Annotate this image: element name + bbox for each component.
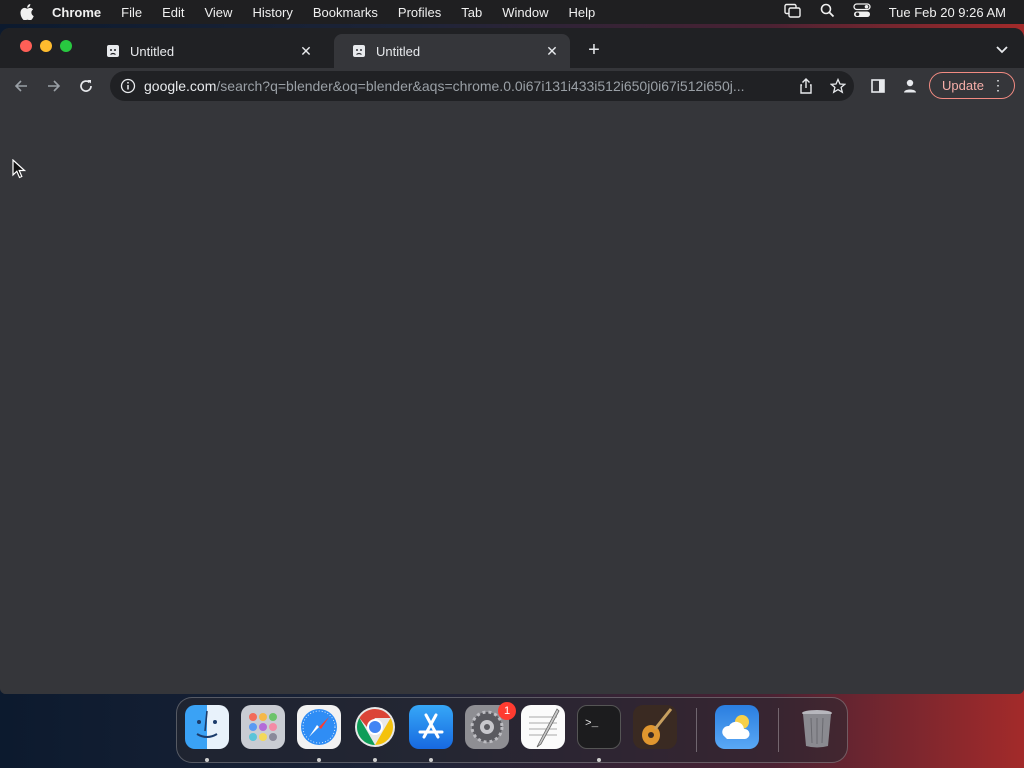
spotlight-search-icon[interactable] — [820, 3, 835, 21]
menu-help[interactable]: Help — [569, 5, 596, 20]
new-tab-button[interactable]: + — [584, 39, 604, 61]
terminal-icon[interactable]: >_ — [577, 705, 621, 749]
address-bar[interactable]: google.com/search?q=blender&oq=blender&a… — [110, 71, 854, 101]
url-host: google.com — [144, 78, 217, 94]
launchpad-icon[interactable] — [241, 705, 285, 749]
tab-title: Untitled — [130, 43, 175, 59]
bookmark-star-icon[interactable] — [830, 78, 846, 94]
finder-icon[interactable] — [185, 705, 229, 749]
profile-avatar-icon[interactable] — [899, 75, 921, 97]
google-chrome-icon[interactable] — [353, 705, 397, 749]
mouse-cursor-icon — [12, 159, 26, 179]
menu-edit[interactable]: Edit — [162, 5, 184, 20]
browser-toolbar: google.com/search?q=blender&oq=blender&a… — [0, 68, 1024, 104]
tab-untitled-1[interactable]: Untitled ✕ — [88, 34, 324, 68]
menu-view[interactable]: View — [204, 5, 232, 20]
apple-menu-icon[interactable] — [18, 3, 36, 21]
running-indicator — [205, 758, 209, 762]
notification-badge: 1 — [498, 702, 516, 720]
control-center-icon[interactable] — [853, 3, 871, 21]
update-chrome-button[interactable]: Update ⋮ — [929, 72, 1015, 99]
more-menu-icon[interactable]: ⋮ — [991, 78, 1005, 92]
running-indicator — [317, 758, 321, 762]
update-label: Update — [942, 78, 984, 93]
menu-profiles[interactable]: Profiles — [398, 5, 441, 20]
menubar-clock[interactable]: Tue Feb 20 9:26 AM — [889, 5, 1006, 20]
menu-bookmarks[interactable]: Bookmarks — [313, 5, 378, 20]
screen-mirroring-icon[interactable] — [783, 3, 802, 22]
minimize-window-button[interactable] — [40, 40, 52, 52]
reload-icon[interactable] — [75, 75, 97, 97]
forward-arrow-icon[interactable] — [43, 75, 65, 97]
dock: 1 >_ — [176, 697, 848, 763]
dock-separator — [696, 708, 697, 752]
menu-app-name[interactable]: Chrome — [52, 5, 101, 20]
running-indicator — [429, 758, 433, 762]
menu-tab[interactable]: Tab — [461, 5, 482, 20]
window-controls — [20, 40, 72, 52]
url-text[interactable]: google.com/search?q=blender&oq=blender&a… — [144, 78, 786, 94]
menu-history[interactable]: History — [252, 5, 292, 20]
sad-page-icon — [107, 45, 119, 57]
tab-search-chevron-icon[interactable] — [994, 41, 1010, 57]
app-store-icon[interactable] — [409, 705, 453, 749]
garageband-icon[interactable] — [633, 705, 677, 749]
running-indicator — [373, 758, 377, 762]
menu-window[interactable]: Window — [502, 5, 548, 20]
tab-strip: Untitled ✕ Untitled ✕ + — [0, 28, 1024, 68]
tab-title: Untitled — [376, 43, 421, 59]
side-panel-icon[interactable] — [867, 75, 889, 97]
back-arrow-icon[interactable] — [10, 75, 32, 97]
menu-bar: Chrome File Edit View History Bookmarks … — [0, 0, 1024, 24]
safari-icon[interactable] — [297, 705, 341, 749]
site-info-icon[interactable] — [120, 78, 136, 94]
url-path: /search?q=blender&oq=blender&aqs=chrome.… — [216, 78, 745, 94]
trash-icon[interactable] — [795, 705, 839, 749]
chrome-window: Untitled ✕ Untitled ✕ + google.com/searc… — [0, 28, 1024, 694]
menu-file[interactable]: File — [121, 5, 142, 20]
close-window-button[interactable] — [20, 40, 32, 52]
close-tab-icon[interactable]: ✕ — [544, 43, 560, 59]
weather-icon[interactable] — [715, 705, 759, 749]
svg-text:>_: >_ — [585, 718, 599, 730]
zoom-window-button[interactable] — [60, 40, 72, 52]
share-icon[interactable] — [798, 78, 814, 94]
dock-separator — [778, 708, 779, 752]
tab-untitled-2[interactable]: Untitled ✕ — [334, 34, 570, 68]
textedit-icon[interactable] — [521, 705, 565, 749]
sad-page-icon — [353, 45, 365, 57]
page-content-blank[interactable] — [0, 104, 1024, 694]
close-tab-icon[interactable]: ✕ — [298, 43, 314, 59]
running-indicator — [597, 758, 601, 762]
